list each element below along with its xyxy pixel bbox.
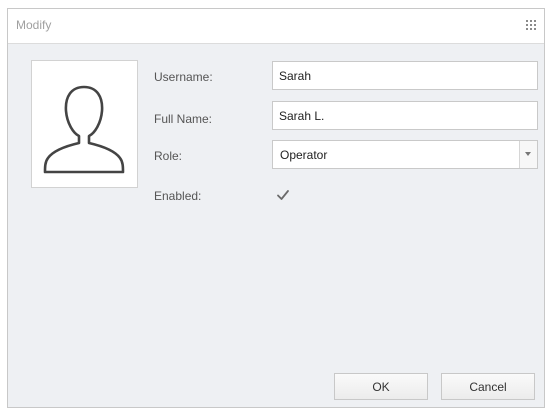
fullname-label: Full Name:: [154, 112, 213, 126]
chevron-down-icon[interactable]: [519, 141, 537, 168]
ok-button[interactable]: OK: [334, 373, 428, 400]
avatar: [31, 60, 138, 188]
fullname-input[interactable]: [272, 101, 538, 130]
cancel-button[interactable]: Cancel: [441, 373, 535, 400]
role-selected-value: Operator: [280, 148, 328, 162]
username-input[interactable]: [272, 61, 538, 90]
username-label: Username:: [154, 70, 213, 84]
user-silhouette-icon: [43, 85, 125, 174]
dialog-title: Modify: [16, 18, 52, 32]
role-label: Role:: [154, 149, 183, 163]
enabled-checkbox[interactable]: [276, 188, 290, 202]
title-bar[interactable]: Modify: [8, 9, 544, 44]
role-select[interactable]: Operator: [272, 140, 538, 169]
modify-dialog: Modify Username: Full Name: Role: Operat…: [7, 8, 545, 408]
enabled-label: Enabled:: [154, 189, 202, 203]
grip-icon[interactable]: [526, 20, 536, 30]
